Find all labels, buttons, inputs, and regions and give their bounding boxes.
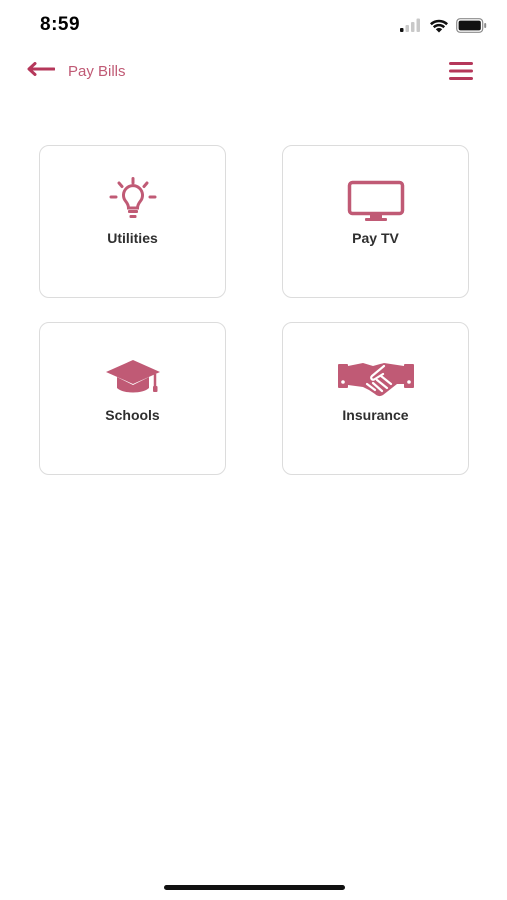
- back-arrow-icon: [27, 61, 56, 81]
- handshake-icon: [336, 353, 416, 401]
- cellular-signal-icon: [400, 18, 422, 32]
- home-indicator[interactable]: [164, 885, 345, 890]
- category-card-schools[interactable]: Schools: [39, 322, 226, 475]
- category-label: Utilities: [107, 230, 158, 246]
- category-label: Schools: [105, 407, 160, 423]
- app-header: Pay Bills: [0, 52, 507, 90]
- menu-button[interactable]: [448, 60, 474, 82]
- category-card-pay-tv[interactable]: Pay TV: [282, 145, 469, 298]
- hamburger-menu-icon: [448, 62, 474, 86]
- status-time: 8:59: [40, 14, 81, 35]
- page-title: Pay Bills: [68, 62, 126, 80]
- battery-icon: [456, 17, 487, 33]
- wifi-icon: [429, 18, 449, 33]
- back-button[interactable]: Pay Bills: [27, 58, 126, 84]
- category-label: Pay TV: [352, 230, 399, 246]
- category-card-utilities[interactable]: Utilities: [39, 145, 226, 298]
- tv-icon: [336, 176, 416, 224]
- status-icons: [400, 16, 487, 34]
- category-label: Insurance: [342, 407, 409, 423]
- category-card-insurance[interactable]: Insurance: [282, 322, 469, 475]
- status-bar: 8:59: [0, 0, 507, 52]
- graduation-cap-icon: [93, 353, 173, 401]
- lightbulb-icon: [93, 176, 173, 224]
